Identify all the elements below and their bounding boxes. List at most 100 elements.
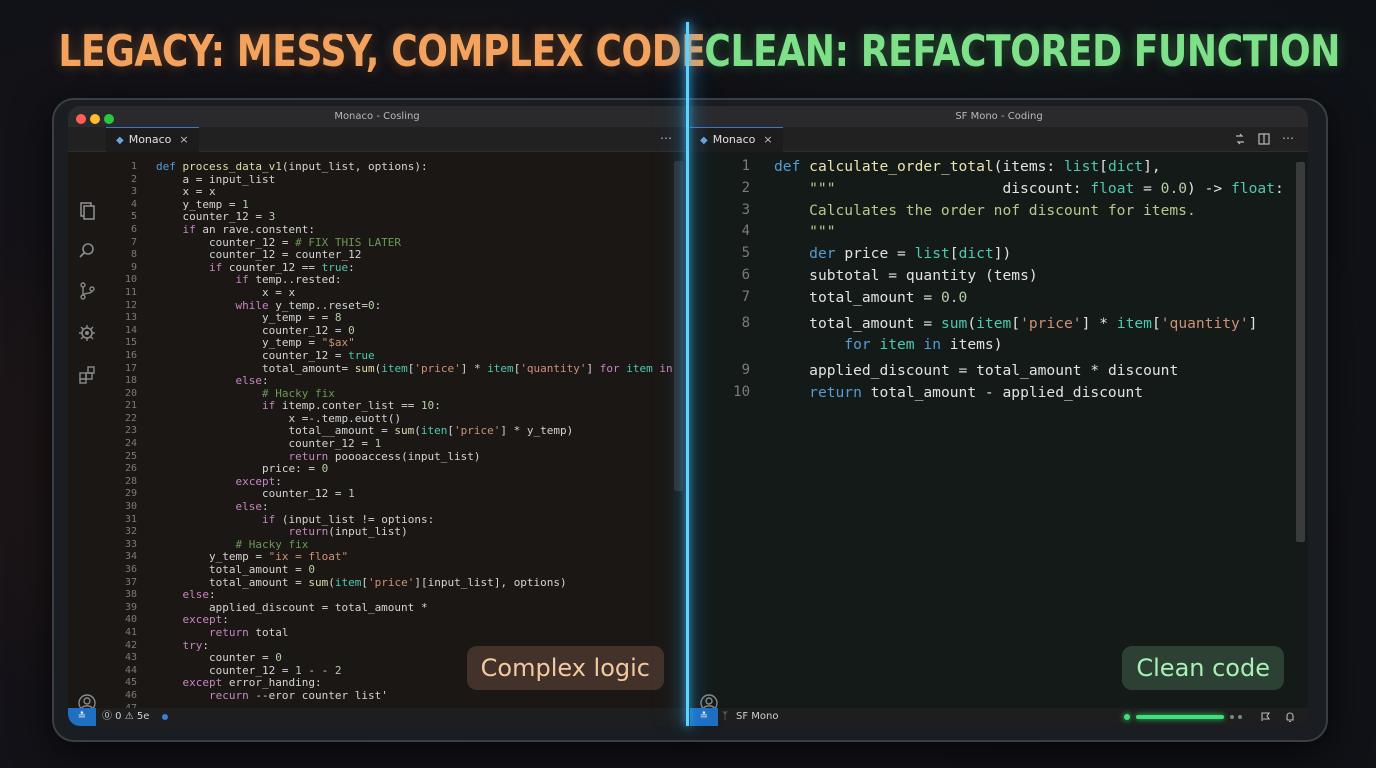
left-activity-bar [68, 151, 106, 712]
code-line[interactable]: a = input_list [156, 173, 673, 187]
remote-button[interactable]: ≛ [68, 708, 96, 726]
code-line[interactable]: else: [156, 374, 673, 388]
line-number: 36 [124, 564, 137, 575]
code-line[interactable]: applied_discount = total_amount * [156, 601, 673, 615]
left-scrollbar[interactable] [674, 161, 683, 491]
right-titlebar: SF Mono - Coding [690, 106, 1308, 127]
line-number: 4 [130, 198, 137, 210]
code-line[interactable]: for item in items) [774, 334, 1284, 356]
line-number: 20 [124, 387, 137, 399]
line-number: 42 [124, 639, 137, 651]
line-number [730, 334, 750, 356]
tab-label: Monaco [712, 133, 756, 146]
progress-start-dot [1124, 714, 1130, 720]
line-number: 21 [124, 400, 137, 412]
code-line[interactable]: der price = list[dict]) [774, 243, 1284, 265]
code-line[interactable]: """ [774, 221, 1284, 243]
problems-status[interactable]: ⓪ 0 ⚠ 5e [102, 708, 149, 726]
code-line[interactable]: y_temp = = 8 [156, 311, 673, 325]
center-divider [686, 22, 689, 726]
left-code-editor[interactable]: def process_data_v1(input_list, options)… [156, 160, 673, 703]
line-number: 23 [124, 425, 137, 437]
line-number: 18 [124, 375, 137, 387]
source-control-icon[interactable] [77, 281, 97, 301]
line-number: 2 [130, 173, 137, 185]
files-icon[interactable] [77, 201, 97, 221]
right-scrollbar[interactable] [1296, 162, 1305, 542]
right-headline: CLEAN: REFACTORED FUNCTION [704, 26, 1341, 77]
remote-button[interactable]: ≛ [690, 708, 718, 726]
code-line[interactable]: return total [156, 626, 673, 640]
code-line[interactable]: subtotal = quantity (tems) [774, 265, 1284, 287]
line-number: 16 [124, 349, 137, 361]
line-number: 5 [130, 211, 137, 223]
close-tab-icon[interactable]: × [763, 133, 772, 146]
line-number: 14 [124, 324, 137, 336]
code-line[interactable]: if itemp.conter_list == 10: [156, 399, 673, 413]
left-tabbar: ◆ Monaco × ⋯ [68, 127, 686, 152]
python-file-icon: ◆ [700, 135, 708, 146]
debug-icon[interactable] [77, 323, 97, 343]
tab-monaco-left[interactable]: ◆ Monaco × [106, 127, 199, 152]
code-line[interactable]: return total_amount - applied_discount [774, 382, 1284, 404]
code-line[interactable]: def calculate_order_total(items: list[di… [774, 156, 1284, 178]
line-number: 7 [741, 288, 750, 305]
line-number: 9 [741, 362, 750, 379]
line-number: 28 [124, 475, 137, 487]
more-actions-icon[interactable]: ⋯ [660, 127, 672, 149]
line-number: 34 [124, 551, 137, 563]
code-line[interactable]: return(input_list) [156, 525, 673, 539]
line-number: 7 [130, 236, 137, 248]
left-line-numbers: 1 2 3 4 5 6 7 8 9 10 11 12 13 14 15 16 17 18 20 21 22 23 24 25 2… [112, 161, 137, 726]
bell-icon[interactable] [1284, 711, 1296, 723]
code-line[interactable]: total_amount = 0.0 [774, 287, 1284, 309]
compare-changes-icon[interactable] [1234, 133, 1246, 145]
line-number: 6 [741, 266, 750, 283]
line-number: 29 [124, 488, 137, 500]
maximize-window-button[interactable] [104, 114, 114, 124]
line-number: 46 [124, 689, 137, 701]
line-number: 26 [124, 463, 137, 475]
code-line[interactable]: price: = 0 [156, 462, 673, 476]
code-line[interactable]: total_amount = sum(item['price'][input_l… [156, 576, 673, 590]
line-number: 8 [130, 249, 137, 261]
search-icon[interactable] [77, 241, 97, 261]
line-number: 24 [124, 438, 137, 450]
close-window-button[interactable] [76, 114, 86, 124]
more-actions-icon[interactable]: ⋯ [1282, 127, 1294, 149]
feedback-icon[interactable] [1260, 711, 1272, 723]
code-line[interactable]: total_amount = sum(item['price'] * item[… [774, 313, 1284, 335]
font-status[interactable]: SF Mono [736, 708, 778, 726]
line-number: 1 [741, 158, 750, 174]
python-file-icon: ◆ [116, 135, 124, 146]
line-number: 43 [124, 652, 137, 664]
line-number: 15 [124, 337, 137, 349]
line-number: 2 [741, 179, 750, 196]
line-number: 9 [130, 261, 137, 273]
close-tab-icon[interactable]: × [179, 133, 188, 146]
line-number: 41 [124, 626, 137, 638]
right-code-editor[interactable]: def calculate_order_total(items: list[di… [774, 156, 1284, 404]
code-line[interactable]: recurn --eror counter list' [156, 689, 673, 703]
line-number: 44 [124, 664, 137, 676]
split-editor-icon[interactable] [1258, 133, 1270, 145]
progress-bar [1136, 715, 1224, 719]
line-number: 40 [124, 614, 137, 626]
tab-monaco-right[interactable]: ◆ Monaco × [690, 127, 783, 152]
line-number: 25 [124, 450, 137, 462]
left-status-bar: ≛ ⓪ 0 ⚠ 5e [68, 708, 686, 726]
code-line[interactable]: """ discount: float = 0.0) -> float: [774, 178, 1284, 200]
complex-logic-badge: Complex logic [466, 646, 664, 690]
clean-code-badge: Clean code [1122, 646, 1284, 690]
line-number: 37 [124, 576, 137, 588]
line-number: 1 [130, 161, 137, 172]
code-line[interactable]: x = x [156, 286, 673, 300]
code-line[interactable]: applied_discount = total_amount * discou… [774, 360, 1284, 382]
extensions-icon[interactable] [77, 365, 97, 385]
minimize-window-button[interactable] [90, 114, 100, 124]
line-number: 32 [124, 526, 137, 538]
right-status-bar: ≛ ᛉ SF Mono [690, 708, 1308, 726]
line-number: 6 [130, 223, 137, 235]
code-line[interactable]: Calculates the order nof discount for it… [774, 200, 1284, 222]
line-number: 17 [124, 362, 137, 374]
